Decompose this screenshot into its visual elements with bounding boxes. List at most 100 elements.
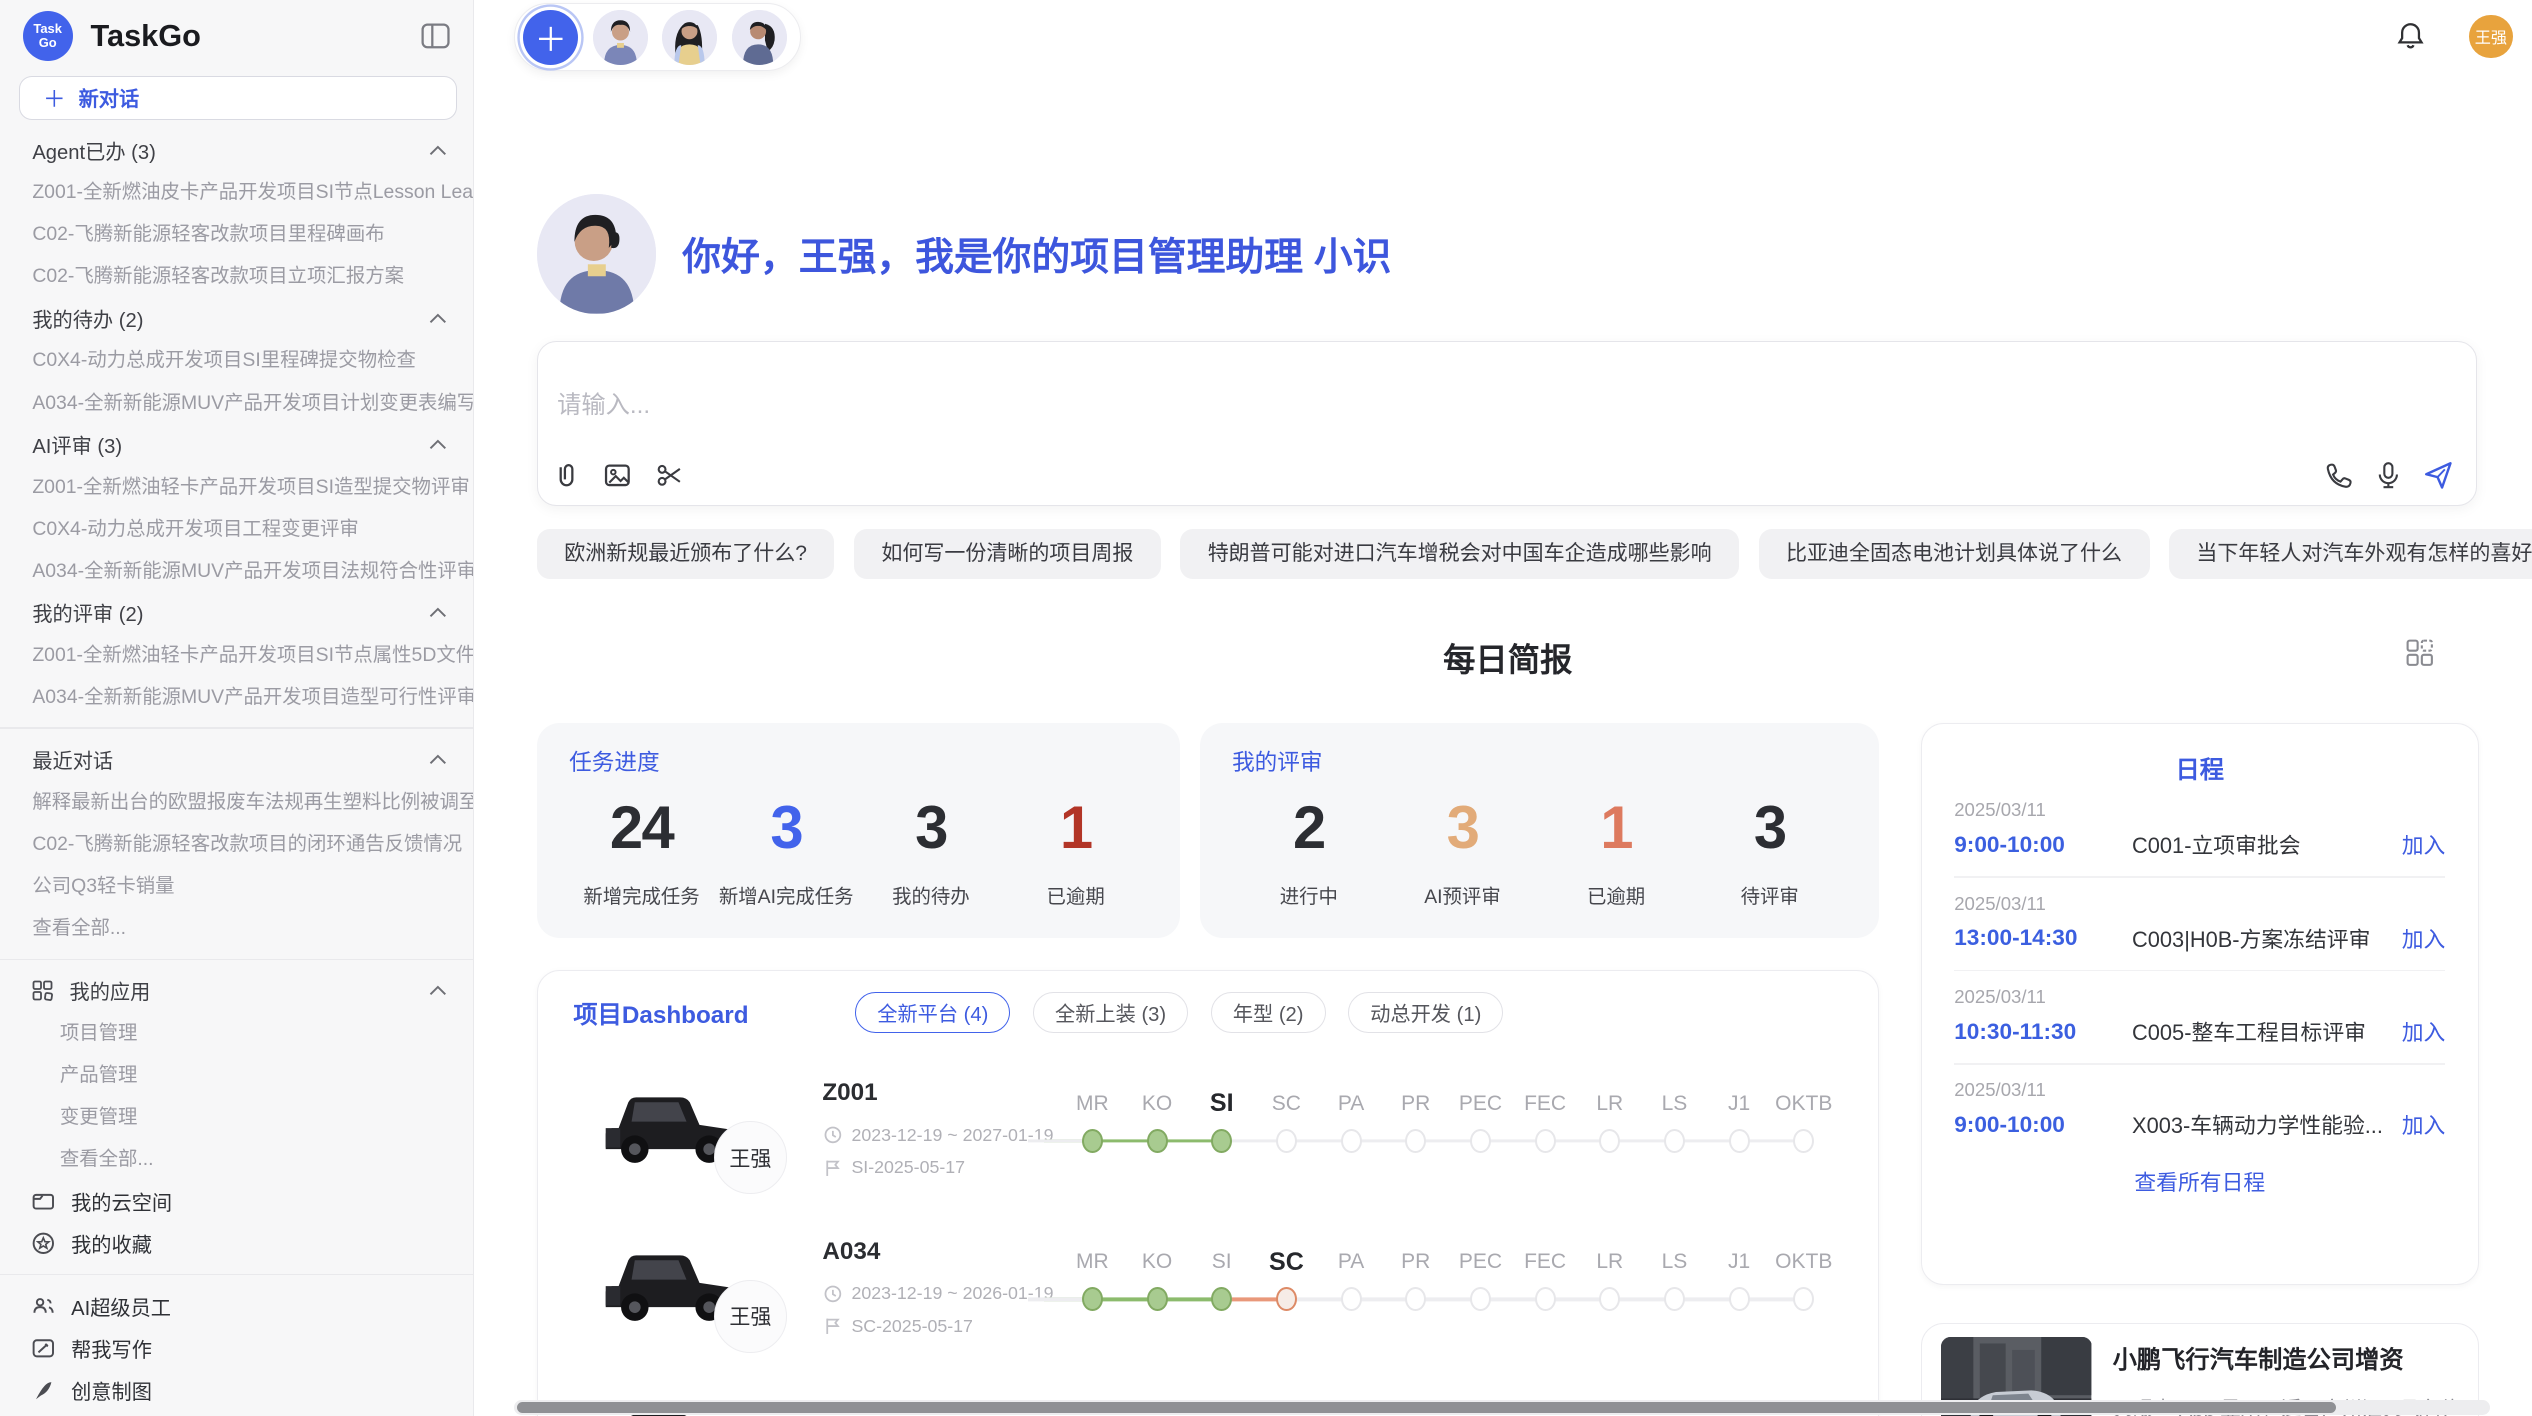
schedule-event: 2025/03/11 9:00-10:00 C001-立项审批会 加入 [1922,785,2478,861]
composer-right-icons [2323,460,2454,491]
suggestion-chip[interactable]: 特朗普可能对进口汽车增税会对中国车企造成哪些影响 [1180,529,1739,579]
divider [0,727,473,729]
sidebar-item-cloud-space[interactable]: 我的云空间 [0,1180,473,1222]
join-link[interactable]: 加入 [2402,1016,2446,1047]
send-icon[interactable] [2423,460,2454,491]
sidebar-item-creative-draw[interactable]: 创意制图 [0,1369,473,1411]
scissors-icon[interactable] [654,460,685,491]
recent-conversation[interactable]: 公司Q3轻卡销量 [0,865,473,907]
chat-input[interactable] [554,391,2009,422]
tab-year-model[interactable]: 年型 (2) [1211,992,1326,1033]
sidebar-item[interactable]: Z001-全新燃油皮卡产品开发项目SI节点Lesson Learn报告 [0,171,473,213]
recent-view-all[interactable]: 查看全部... [0,907,473,949]
task-progress-title: 任务进度 [569,744,1148,777]
add-agent-button[interactable]: ＋ [523,10,578,65]
message-composer[interactable] [537,341,2477,506]
microphone-icon[interactable] [2373,460,2404,491]
chevron-up-icon [429,313,447,324]
assistant-avatar [537,194,657,314]
folder-icon [32,1190,55,1213]
dashboard-tabs: 全新平台 (4) 全新上装 (3) 年型 (2) 动总开发 (1) [855,992,1503,1033]
layout-grid-icon[interactable] [2406,639,2433,666]
sidebar-item-ai-super-staff[interactable]: AI超级员工 [0,1285,473,1327]
app-title: TaskGo [91,18,422,54]
event-date: 2025/03/11 [1954,986,2445,1008]
sidebar-item[interactable]: A034-全新新能源MUV产品开发项目计划变更表编写 [0,382,473,424]
sidebar-item[interactable]: C02-飞腾新能源轻客改款项目立项汇报方案 [0,255,473,297]
phone-call-icon[interactable] [2323,460,2354,491]
sidebar-item[interactable]: Z001-全新燃油轻卡产品开发项目SI造型提交物评审 [0,466,473,508]
quill-icon [32,1379,55,1402]
divider [0,959,473,961]
sidebar-item[interactable]: C0X4-动力总成开发项目工程变更评审 [0,508,473,550]
app-link-change-mgmt[interactable]: 变更管理 [0,1096,473,1138]
agent-avatar-bar: ＋ [514,3,801,71]
daily-briefing-header: 每日简报 [537,634,2479,681]
dashboard-title: 项目Dashboard [573,995,748,1030]
project-flag-date: SC-2025-05-17 [824,1316,973,1337]
sidebar-section-my-review[interactable]: 我的评审 (2) [0,592,473,634]
taskgo-logo: Task Go [23,11,73,61]
sidebar-section-ai-review[interactable]: AI评审 (3) [0,424,473,466]
image-icon[interactable] [602,460,633,491]
app-window: Task Go TaskGo ＋ 新对话 Agent已办 (3) Z001-全新… [0,0,2532,1416]
chevron-up-icon [429,145,447,156]
event-name: C005-整车工程目标评审 [2109,1016,2392,1047]
tab-new-platform[interactable]: 全新平台 (4) [855,992,1010,1033]
event-name: C001-立项审批会 [2109,829,2392,860]
sidebar-item[interactable]: C0X4-动力总成开发项目SI里程碑提交物检查 [0,339,473,381]
stat-my-todo: 3我的待办 [859,793,1004,909]
tab-new-body[interactable]: 全新上装 (3) [1033,992,1188,1033]
sidebar-item[interactable]: C02-飞腾新能源轻客改款项目里程碑画布 [0,213,473,255]
sidebar-item[interactable]: Z001-全新燃油轻卡产品开发项目SI节点属性5D文件评审 [0,634,473,676]
join-link[interactable]: 加入 [2402,829,2446,860]
project-dates: 2023-12-19 ~ 2026-01-19 [824,1283,1053,1304]
event-date: 2025/03/11 [1954,1079,2445,1101]
stat-new-done: 24新增完成任务 [569,793,714,909]
horizontal-scrollbar-thumb[interactable] [517,1402,2336,1413]
apps-view-all[interactable]: 查看全部... [0,1138,473,1180]
agent-avatar-1[interactable] [593,10,648,65]
join-link[interactable]: 加入 [2402,923,2446,954]
sidebar-section-my-todo[interactable]: 我的待办 (2) [0,297,473,339]
suggestion-chip[interactable]: 欧洲新规最近颁布了什么? [537,529,835,579]
flag-icon [824,1317,842,1335]
sidebar-item-favorites[interactable]: 我的收藏 [0,1222,473,1264]
collapse-sidebar-icon[interactable] [421,23,450,49]
suggestion-chip[interactable]: 比亚迪全固态电池计划具体说了什么 [1759,529,2150,579]
sidebar-section-my-apps[interactable]: 我的应用 [0,970,473,1012]
agent-avatar-3[interactable] [732,10,787,65]
sidebar-item[interactable]: A034-全新新能源MUV产品开发项目造型可行性评审 [0,676,473,718]
app-link-product-mgmt[interactable]: 产品管理 [0,1054,473,1096]
sidebar-section-agent-done[interactable]: Agent已办 (3) [0,129,473,171]
recent-conversation[interactable]: C02-飞腾新能源轻客改款项目的闭环通告反馈情况 [0,823,473,865]
tab-powertrain[interactable]: 动总开发 (1) [1348,992,1503,1033]
composer-left-icons [551,460,685,491]
agent-avatar-2[interactable] [662,10,717,65]
logo-line1: Task [33,22,62,36]
notification-bell-icon[interactable] [2396,21,2425,52]
project-row-a034[interactable]: 王强 A034 2023-12-19 ~ 2026-01-19 SC-2025-… [538,1219,1879,1377]
join-link[interactable]: 加入 [2402,1109,2446,1140]
new-chat-button[interactable]: ＋ 新对话 [19,76,456,120]
horizontal-scrollbar-track[interactable] [514,1400,2490,1415]
suggestion-chip[interactable]: 当下年轻人对汽车外观有怎样的喜好趋势 [2169,529,2532,579]
app-link-project-mgmt[interactable]: 项目管理 [0,1012,473,1054]
attachment-icon[interactable] [551,460,582,491]
project-owner-badge: 王强 [714,1280,787,1353]
view-all-schedule-link[interactable]: 查看所有日程 [1922,1166,2478,1197]
news-title: 小鹏飞行汽车制造公司增资 [2113,1340,2459,1375]
user-avatar[interactable]: 王强 [2469,15,2513,59]
sidebar-item-help-write[interactable]: 帮我写作 [0,1327,473,1369]
project-row-z001[interactable]: 王强 Z001 2023-12-19 ~ 2027-01-19 SI-2025-… [538,1060,1879,1218]
main-area: ＋ 王强 你好，王强，我是你的项目管理助理 小识 [474,0,2532,1416]
recent-conversation[interactable]: 解释最新出台的欧盟报废车法规再生塑料比例被调至15%... [0,781,473,823]
project-code: A034 [822,1238,880,1266]
sidebar-item[interactable]: A034-全新新能源MUV产品开发项目法规符合性评审 [0,550,473,592]
chevron-up-icon [429,439,447,450]
stat-overdue: 1已逾期 [1003,793,1148,909]
people-icon [32,1295,55,1318]
sidebar-section-recent[interactable]: 最近对话 [0,739,473,781]
event-date: 2025/03/11 [1954,799,2445,821]
suggestion-chip[interactable]: 如何写一份清晰的项目周报 [854,529,1161,579]
